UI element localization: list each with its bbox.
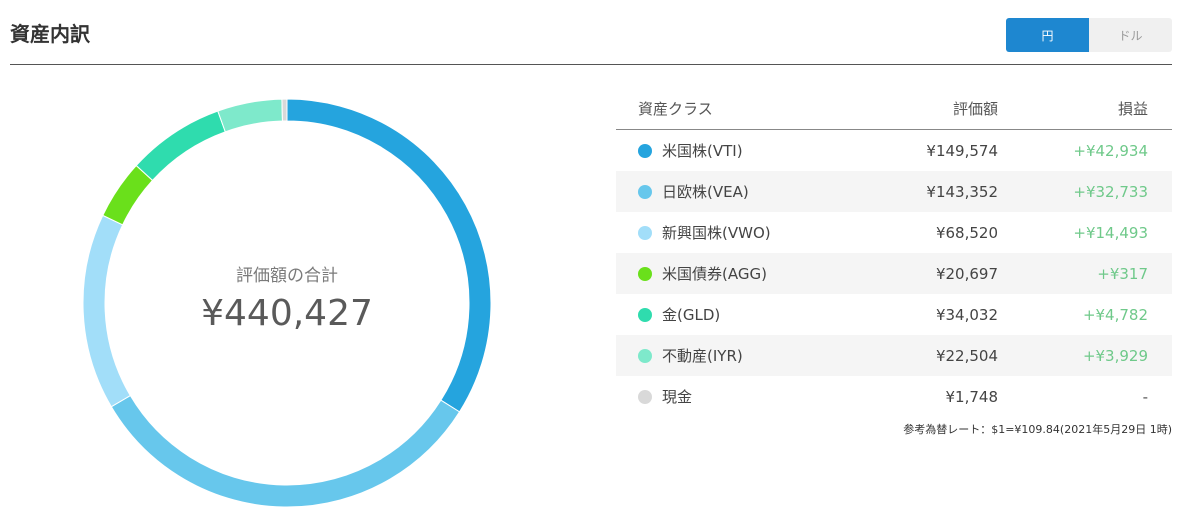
- asset-valuation: ¥1,748: [945, 387, 999, 406]
- header-asset-class: 資産クラス: [638, 100, 713, 118]
- asset-pl: +¥32,733: [1073, 182, 1148, 201]
- asset-valuation: ¥68,520: [935, 223, 998, 242]
- asset-valuation: ¥20,697: [935, 264, 998, 283]
- asset-name: 不動産(IYR): [662, 347, 743, 365]
- asset-table: 資産クラス 評価額 損益 米国株(VTI) ¥149,574 +¥42,934 …: [616, 88, 1172, 417]
- asset-name: 日欧株(VEA): [662, 183, 749, 201]
- asset-pl: +¥3,929: [1082, 346, 1148, 365]
- asset-pl: +¥14,493: [1073, 223, 1148, 242]
- asset-name: 現金: [662, 388, 693, 406]
- asset-pl: +¥4,782: [1082, 305, 1148, 324]
- table-row: 米国債券(AGG) ¥20,697 +¥317: [616, 253, 1172, 294]
- asset-pl: -: [1142, 387, 1148, 406]
- table-header: 資産クラス 評価額 損益: [616, 88, 1172, 130]
- table-row: 日欧株(VEA) ¥143,352 +¥32,733: [616, 171, 1172, 212]
- asset-pl: +¥42,934: [1073, 141, 1148, 160]
- donut-segment-6: [281, 98, 288, 122]
- header-pl: 損益: [1117, 100, 1148, 118]
- donut-segment-1: [110, 394, 461, 508]
- currency-toggle[interactable]: 円 ドル: [1006, 18, 1172, 52]
- asset-valuation: ¥149,574: [926, 141, 998, 160]
- header-divider: [10, 64, 1172, 65]
- currency-yen-button[interactable]: 円: [1006, 18, 1089, 52]
- color-dot: [638, 307, 652, 322]
- currency-dollar-button[interactable]: ドル: [1089, 18, 1172, 52]
- asset-name: 米国株(VTI): [662, 142, 743, 160]
- color-dot: [638, 184, 652, 199]
- color-dot: [638, 389, 652, 404]
- donut-segment-0: [286, 98, 492, 413]
- asset-pl: +¥317: [1097, 264, 1148, 283]
- donut-segment-3: [102, 164, 154, 226]
- table-row: 新興国株(VWO) ¥68,520 +¥14,493: [616, 212, 1172, 253]
- asset-valuation: ¥143,352: [926, 182, 998, 201]
- exchange-rate-note: 参考為替レート：$1=¥109.84(2021年5月29日 1時): [903, 423, 1172, 436]
- total-label: 評価額の合計: [236, 266, 338, 286]
- table-row: 金(GLD) ¥34,032 +¥4,782: [616, 294, 1172, 335]
- asset-name: 金(GLD): [662, 306, 721, 324]
- color-dot: [638, 348, 652, 363]
- table-row: 米国株(VTI) ¥149,574 +¥42,934: [616, 130, 1172, 171]
- table-row: 不動産(IYR) ¥22,504 +¥3,929: [616, 335, 1172, 376]
- color-dot: [638, 143, 652, 158]
- color-dot: [638, 225, 652, 240]
- total-value: ¥440,427: [201, 293, 373, 334]
- table-row: 現金 ¥1,748 -: [616, 376, 1172, 417]
- donut-segment-5: [217, 98, 283, 133]
- donut-segment-4: [135, 110, 226, 182]
- asset-name: 新興国株(VWO): [662, 224, 771, 242]
- header-valuation: 評価額: [952, 100, 998, 118]
- asset-name: 米国債券(AGG): [662, 265, 767, 283]
- page-title: 資産内訳: [10, 22, 90, 46]
- asset-valuation: ¥22,504: [935, 346, 998, 365]
- color-dot: [638, 266, 652, 281]
- asset-valuation: ¥34,032: [935, 305, 998, 324]
- asset-donut-chart: 評価額の合計 ¥440,427: [82, 98, 492, 508]
